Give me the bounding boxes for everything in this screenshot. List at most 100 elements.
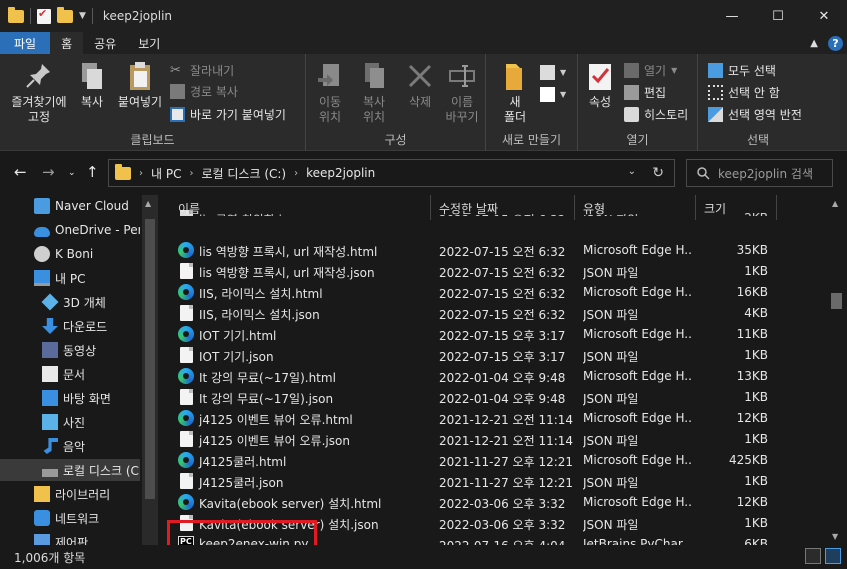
pin-quick-access-button[interactable]: 즐겨찾기에 고정 [8, 60, 70, 125]
back-button[interactable]: ← [14, 163, 27, 181]
recent-locations-dropdown[interactable]: ⌄ [68, 168, 76, 178]
nav-item[interactable]: 제어판 [0, 531, 140, 545]
file-type: Microsoft Edge H... [583, 243, 693, 257]
search-box[interactable]: keep2joplin 검색 [686, 159, 833, 187]
column-divider[interactable] [776, 195, 777, 220]
column-divider[interactable] [574, 195, 575, 220]
nav-item[interactable]: Naver Cloud [0, 195, 140, 217]
copy-to-button[interactable]: 복사 위치 [354, 60, 394, 125]
cut-button[interactable]: ✂ 잘라내기 [170, 60, 234, 80]
clipboard-group-label: 클립보드 [130, 133, 175, 147]
chevron-right-icon[interactable]: › [139, 168, 143, 179]
nav-item[interactable]: 음악 [0, 435, 140, 457]
paste-button[interactable]: 붙여넣기 [114, 60, 166, 110]
file-row[interactable]: lis 역방향 프록시, url 재작성.html 2022-07-15 오전 6… [164, 240, 784, 261]
up-button[interactable]: ↑ [86, 163, 99, 181]
nav-item[interactable]: 사진 [0, 411, 140, 433]
minimize-button[interactable]: — [709, 0, 755, 32]
file-row[interactable]: IIS, 라이믹스 설치.html 2022-07-15 오전 6:32 Micro… [164, 282, 784, 303]
open-button[interactable]: 열기 ▼ [624, 60, 677, 80]
collapse-ribbon-icon[interactable]: ▲ [810, 38, 818, 49]
file-list-scrollbar-thumb[interactable] [831, 293, 842, 309]
tab-view[interactable]: 보기 [127, 32, 171, 54]
address-dropdown-icon[interactable]: ⌄ [628, 166, 636, 177]
scroll-down-icon[interactable]: ▼ [832, 532, 838, 541]
file-row[interactable]: IOT 기기.json 2022-07-15 오후 3:17 JSON 파일 1KB [164, 345, 784, 366]
file-type: JetBrains PyChar... [583, 537, 693, 545]
details-view-button[interactable] [805, 548, 821, 564]
edit-label: 편집 [644, 85, 667, 100]
rename-button[interactable]: 이름 바꾸기 [442, 60, 482, 125]
nav-scrollbar-thumb[interactable] [145, 219, 155, 499]
nav-item-label: 로컬 디스크 (C [63, 463, 139, 478]
new-folder-button[interactable]: 새 폴더 [498, 60, 532, 125]
breadcrumb-my-pc[interactable]: 내 PC [151, 165, 181, 182]
file-row[interactable]: It 강의 무료(~17일).json 2022-01-04 오후 9:48 JSO… [164, 387, 784, 408]
paste-shortcut-button[interactable]: 바로 가기 붙여넣기 [170, 104, 286, 124]
properties-button[interactable]: 속성 [582, 60, 618, 110]
new-item-button[interactable]: ▼ [540, 62, 566, 82]
ribbon-tabs: 파일 홈 공유 보기 ▲ ? [0, 32, 847, 54]
nav-scrollbar[interactable]: ▲ [142, 195, 158, 545]
refresh-icon[interactable]: ↻ [652, 165, 664, 181]
file-row[interactable]: j4125 이벤트 뷰어 오류.json 2021-12-21 오전 11:14 J… [164, 429, 784, 450]
file-row[interactable]: IIS, 라이믹스 설치.json 2022-07-15 오전 6:32 JSON … [164, 303, 784, 324]
file-row[interactable]: IOT 기기.html 2022-07-15 오후 3:17 Microsoft E… [164, 324, 784, 345]
new-folder-icon[interactable] [57, 6, 73, 23]
file-row[interactable]: J4125쿨러.html 2021-11-27 오후 12:21 Microsoft… [164, 450, 784, 471]
properties-icon[interactable] [37, 7, 51, 24]
column-divider[interactable] [695, 195, 696, 220]
file-row[interactable]: j4125 이벤트 뷰어 오류.html 2021-12-21 오전 11:14 M… [164, 408, 784, 429]
nav-item[interactable]: 동영상 [0, 339, 140, 361]
document-icon [42, 366, 58, 382]
close-button[interactable]: ✕ [801, 0, 847, 32]
file-type: JSON 파일 [583, 476, 639, 490]
forward-button[interactable]: → [42, 163, 55, 181]
easy-access-button[interactable]: ▼ [540, 84, 566, 104]
nav-item-label: 네트워크 [55, 511, 100, 526]
copy-path-button[interactable]: 경로 복사 [170, 81, 238, 101]
nav-item[interactable]: 바탕 화면 [0, 387, 140, 409]
nav-item[interactable]: 라이브러리 [0, 483, 140, 505]
json-file-icon [180, 473, 193, 489]
move-to-button[interactable]: 이동 위치 [310, 60, 350, 125]
history-button[interactable]: 히스토리 [624, 104, 688, 124]
copy-button[interactable]: 복사 [74, 60, 110, 110]
nav-item[interactable]: 내 PC [0, 267, 140, 289]
tab-file[interactable]: 파일 [0, 32, 51, 54]
select-none-button[interactable]: 선택 안 함 [708, 82, 780, 102]
maximize-button[interactable]: ☐ [755, 0, 801, 32]
scroll-up-icon[interactable]: ▲ [832, 199, 838, 208]
edit-button[interactable]: 편집 [624, 82, 666, 102]
customize-dropdown-icon[interactable]: ▼ [79, 11, 86, 21]
large-icons-view-button[interactable] [825, 548, 841, 564]
nav-item-label: 동영상 [63, 343, 97, 358]
chevron-right-icon[interactable]: › [189, 168, 193, 179]
file-row[interactable]: J4125쿨러.json 2021-11-27 오후 12:21 JSON 파일 1K… [164, 471, 784, 492]
column-divider[interactable] [430, 195, 431, 220]
nav-item[interactable]: OneDrive - Pers [0, 219, 140, 241]
file-row[interactable]: Kavita(ebook server) 설치.html 2022-03-06 오… [164, 492, 784, 513]
tab-home[interactable]: 홈 [50, 32, 84, 54]
divider [30, 8, 31, 24]
delete-button[interactable]: 삭제 [402, 60, 438, 110]
tab-share[interactable]: 공유 [83, 32, 127, 54]
nav-item[interactable]: 로컬 디스크 (C [0, 459, 140, 481]
file-row[interactable]: lis 역방향 프록시, url 재작성.json 2022-07-15 오전 6… [164, 261, 784, 282]
breadcrumb-local-disk[interactable]: 로컬 디스크 (C:) [201, 165, 286, 182]
nav-item[interactable]: 문서 [0, 363, 140, 385]
nav-item[interactable]: 다운로드 [0, 315, 140, 337]
address-bar[interactable]: › 내 PC › 로컬 디스크 (C:) › keep2joplin ⌄ ↻ [108, 159, 675, 187]
nav-item[interactable]: K Boni [0, 243, 140, 265]
file-list-scrollbar[interactable]: ▲ ▼ [827, 195, 847, 545]
file-row[interactable]: It 강의 무료(~17일).html 2022-01-04 오후 9:48 Mic… [164, 366, 784, 387]
chevron-right-icon[interactable]: › [294, 168, 298, 179]
invert-selection-button[interactable]: 선택 영역 반전 [708, 104, 802, 124]
nav-item[interactable]: 네트워크 [0, 507, 140, 529]
help-icon[interactable]: ? [828, 35, 843, 51]
breadcrumb-keep2joplin[interactable]: keep2joplin [306, 166, 375, 180]
select-none-icon [708, 84, 723, 100]
nav-item[interactable]: 3D 개체 [0, 291, 140, 313]
select-all-button[interactable]: 모두 선택 [708, 60, 776, 80]
scroll-up-icon[interactable]: ▲ [145, 199, 151, 208]
